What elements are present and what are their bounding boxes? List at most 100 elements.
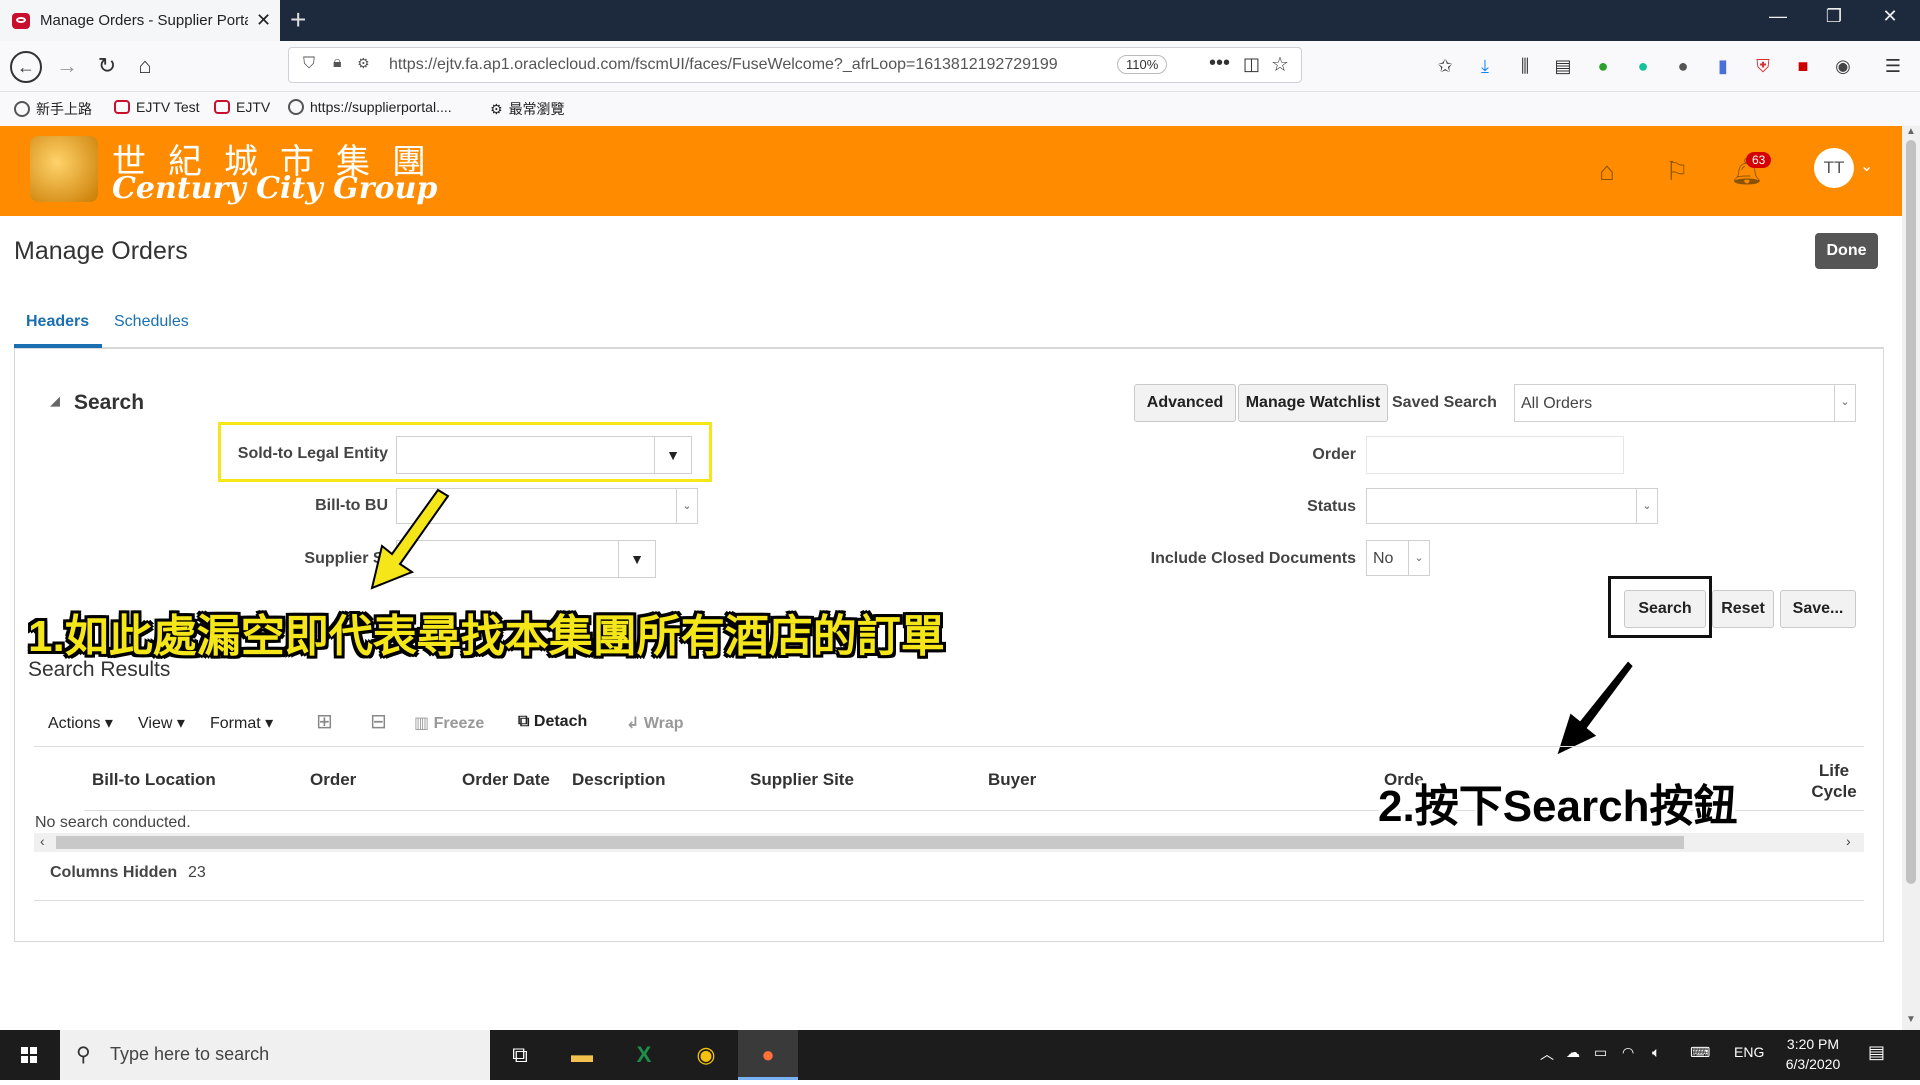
extension-bookmark-icon[interactable]: ▮: [1710, 53, 1736, 79]
include-closed-documents-select[interactable]: No ⌄: [1366, 540, 1430, 576]
chevron-down-icon[interactable]: ⌄: [1834, 385, 1855, 421]
scroll-left-icon[interactable]: ‹: [40, 833, 45, 849]
dropdown-arrow-icon[interactable]: ▼: [654, 437, 691, 473]
chevron-down-icon[interactable]: ⌄: [1636, 489, 1657, 523]
menu-icon[interactable]: ☰: [1880, 53, 1906, 79]
zoom-level[interactable]: 110%: [1117, 55, 1168, 74]
column-header-bill-to-location[interactable]: Bill-to Location: [92, 770, 216, 790]
column-header-description[interactable]: Description: [572, 770, 666, 790]
chevron-down-icon[interactable]: ⌄: [1408, 541, 1429, 575]
bookmark-star-icon[interactable]: ☆: [1271, 52, 1289, 77]
forward-arrow-icon[interactable]: →: [52, 51, 82, 81]
sold-to-legal-entity-field[interactable]: ▼: [396, 436, 692, 474]
library-icon[interactable]: ⫼: [1512, 53, 1538, 79]
extension-icon[interactable]: ◉: [1830, 53, 1856, 79]
status-select[interactable]: ⌄: [1366, 488, 1658, 524]
pdf-extension-icon[interactable]: ■: [1790, 53, 1816, 79]
actions-menu[interactable]: Actions ▾: [48, 713, 113, 733]
chevron-down-icon[interactable]: ⌄: [676, 489, 697, 523]
bookmark-item[interactable]: ⚙ 最常瀏覽: [490, 99, 565, 119]
page-scrollbar[interactable]: ▲ ▼: [1902, 126, 1920, 1030]
close-tab-icon[interactable]: ✕: [256, 10, 271, 31]
new-tab-button[interactable]: +: [290, 6, 306, 34]
wrap-button[interactable]: ↲ Wrap: [626, 713, 684, 733]
save-search-button[interactable]: Save...: [1780, 590, 1856, 628]
home-icon[interactable]: ⌂: [1590, 154, 1624, 188]
column-header-supplier-site[interactable]: Supplier Site: [750, 770, 854, 790]
done-button[interactable]: Done: [1815, 233, 1878, 269]
back-arrow-icon[interactable]: ←: [10, 51, 42, 83]
column-header-order[interactable]: Order: [310, 770, 356, 790]
input-language[interactable]: ENG: [1734, 1044, 1764, 1060]
url-text[interactable]: https://ejtv.fa.ap1.oraclecloud.com/fscm…: [389, 56, 1089, 74]
account-icon[interactable]: ●: [1670, 53, 1696, 79]
volume-icon[interactable]: 🔈︎: [1652, 1044, 1660, 1061]
reset-button[interactable]: Reset: [1712, 590, 1774, 628]
columns-hidden-count[interactable]: 23: [188, 864, 206, 882]
bookmark-item[interactable]: EJTV: [214, 99, 270, 115]
scroll-down-icon[interactable]: ▼: [1906, 1014, 1916, 1025]
keyboard-icon[interactable]: ⌨: [1690, 1044, 1710, 1061]
lock-icon[interactable]: 🔒︎: [333, 54, 342, 72]
battery-icon[interactable]: ▭: [1594, 1044, 1607, 1061]
sidebar-icon[interactable]: ▤: [1550, 53, 1576, 79]
wifi-icon[interactable]: ◠: [1622, 1044, 1634, 1061]
order-input[interactable]: [1366, 436, 1624, 474]
download-icon[interactable]: ⤓: [1472, 53, 1498, 79]
chrome-icon[interactable]: ◉: [676, 1030, 736, 1080]
dropdown-arrow-icon[interactable]: ▼: [618, 541, 655, 577]
check-extension-icon[interactable]: ●: [1590, 53, 1616, 79]
column-header-order-date[interactable]: Order Date: [462, 770, 550, 790]
tab-schedules[interactable]: Schedules: [114, 313, 189, 331]
clock[interactable]: 3:20 PM 6/3/2020: [1778, 1036, 1848, 1072]
windows-start-button[interactable]: [0, 1030, 58, 1080]
query-by-example-icon[interactable]: ⊞: [316, 709, 333, 734]
saved-search-select[interactable]: All Orders ⌄: [1514, 384, 1856, 422]
bookmark-item[interactable]: 新手上路: [14, 99, 92, 119]
shield-extension-icon[interactable]: ⛨: [1750, 53, 1776, 79]
scroll-right-icon[interactable]: ›: [1846, 833, 1851, 849]
grammarly-icon[interactable]: ●: [1630, 53, 1656, 79]
page-actions-icon[interactable]: •••: [1209, 52, 1230, 75]
permissions-icon[interactable]: ⚙: [357, 55, 370, 72]
detach-button[interactable]: ⧉ Detach: [518, 713, 587, 731]
column-header-life-cycle[interactable]: Life Cycle: [1806, 760, 1862, 802]
tab-headers[interactable]: Headers: [26, 313, 89, 331]
chevron-down-icon[interactable]: ⌄: [1860, 156, 1873, 176]
columns-filter-icon[interactable]: ⊟: [370, 709, 387, 734]
manage-watchlist-button[interactable]: Manage Watchlist: [1238, 384, 1388, 422]
table-horizontal-scrollbar[interactable]: ‹ ›: [34, 833, 1864, 852]
scroll-up-icon[interactable]: ▲: [1906, 126, 1916, 137]
format-menu[interactable]: Format ▾: [210, 713, 273, 733]
search-section-title[interactable]: Search: [74, 391, 144, 415]
shield-icon[interactable]: ⛉: [303, 55, 315, 73]
view-menu[interactable]: View ▾: [138, 713, 185, 733]
onedrive-cloud-icon[interactable]: ☁: [1566, 1044, 1580, 1061]
restore-icon[interactable]: ❐: [1814, 6, 1854, 27]
freeze-button[interactable]: ▥ Freeze: [414, 713, 484, 733]
file-explorer-icon[interactable]: ▬: [552, 1030, 612, 1080]
advanced-button[interactable]: Advanced: [1134, 384, 1236, 422]
column-header-buyer[interactable]: Buyer: [988, 770, 1036, 790]
collapse-triangle-icon[interactable]: ◢: [50, 393, 60, 409]
home-icon[interactable]: ⌂: [130, 51, 160, 81]
reading-list-icon[interactable]: ✩: [1432, 53, 1458, 79]
reload-icon[interactable]: ↻: [92, 51, 122, 81]
address-bar[interactable]: ⛉ 🔒︎ ⚙ https://ejtv.fa.ap1.oraclecloud.c…: [288, 47, 1302, 83]
excel-icon[interactable]: X: [614, 1030, 674, 1080]
company-logo-icon[interactable]: [30, 136, 98, 202]
bookmark-item[interactable]: EJTV Test: [114, 99, 200, 115]
browser-tab[interactable]: Manage Orders - Supplier Porta ✕: [0, 0, 280, 41]
taskbar-search-box[interactable]: ⚲ Type here to search: [60, 1030, 490, 1080]
user-avatar[interactable]: TT: [1814, 148, 1854, 188]
firefox-icon[interactable]: ●: [738, 1030, 798, 1080]
tray-chevron-up-icon[interactable]: ︿: [1540, 1044, 1554, 1064]
close-window-icon[interactable]: ✕: [1870, 6, 1910, 27]
action-center-icon[interactable]: ▤: [1868, 1042, 1885, 1063]
minimize-icon[interactable]: —: [1758, 6, 1798, 27]
bookmark-item[interactable]: https://supplierportal....: [288, 99, 452, 115]
search-button[interactable]: Search: [1624, 590, 1706, 628]
pocket-icon[interactable]: ◫: [1243, 54, 1260, 75]
watchlist-flag-icon[interactable]: ⚐: [1660, 154, 1694, 188]
task-view-icon[interactable]: ⧉: [490, 1030, 550, 1080]
